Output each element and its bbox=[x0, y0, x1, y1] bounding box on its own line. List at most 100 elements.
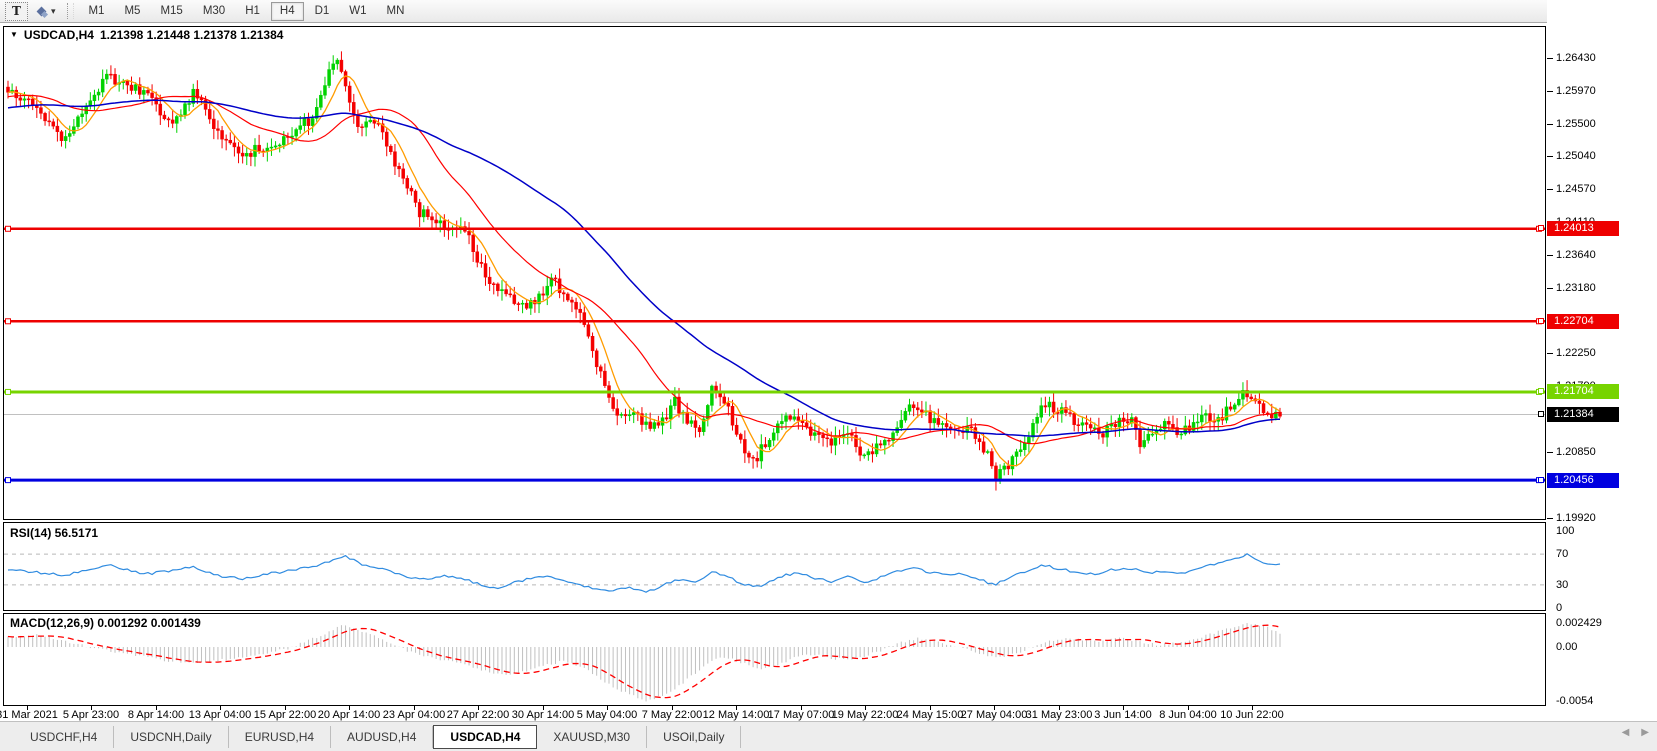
chart-tab-usdcnh-daily[interactable]: USDCNH,Daily bbox=[114, 726, 228, 748]
time-tick-label: 31 Mar 2021 bbox=[0, 709, 58, 721]
top-toolbar: T ▾ M1M5M15M30H1H4D1W1MN bbox=[0, 0, 1657, 23]
price-tick-label: 1.20850 bbox=[1556, 446, 1596, 459]
time-tick-label: 5 May 04:00 bbox=[577, 709, 638, 721]
hline-anchor[interactable] bbox=[6, 226, 11, 231]
chart-tab-bar: USDCHF,H4USDCNH,DailyEURUSD,H4AUDUSD,H4U… bbox=[0, 721, 1657, 751]
diamond-icon-small bbox=[41, 10, 48, 17]
time-tick-label: 7 May 22:00 bbox=[642, 709, 703, 721]
chart-tab-eurusd-h4[interactable]: EURUSD,H4 bbox=[229, 726, 331, 748]
price-tick bbox=[1547, 58, 1553, 59]
price-tick-label: 1.25040 bbox=[1556, 150, 1596, 163]
badge-anchor-icon bbox=[1538, 477, 1544, 483]
chart-tab-audusd-h4[interactable]: AUDUSD,H4 bbox=[331, 726, 433, 748]
timeframe-button-m5[interactable]: M5 bbox=[115, 2, 149, 21]
price-tick-label: 1.24570 bbox=[1556, 183, 1596, 196]
time-tick-label: 10 Jun 22:00 bbox=[1220, 709, 1284, 721]
price-tick bbox=[1547, 255, 1553, 256]
price-tick bbox=[1547, 288, 1553, 289]
time-tick-label: 24 May 15:00 bbox=[897, 709, 964, 721]
timeframe-button-m1[interactable]: M1 bbox=[79, 2, 113, 21]
chart-title: ▼ USDCAD,H4 1.21398 1.21448 1.21378 1.21… bbox=[10, 28, 283, 42]
badge-anchor-icon bbox=[1538, 225, 1544, 231]
tab-scroll-left-button[interactable]: ◀ bbox=[1622, 727, 1630, 738]
macd-pane-frame bbox=[4, 614, 1546, 706]
price-tick-label: 1.25970 bbox=[1556, 85, 1596, 98]
chart-tab-xauusd-m30[interactable]: XAUUSD,M30 bbox=[537, 726, 647, 748]
hline-anchor[interactable] bbox=[6, 478, 11, 483]
price-badge-current-price: 1.21384 bbox=[1547, 407, 1619, 422]
time-tick-label: 27 Apr 22:00 bbox=[447, 709, 509, 721]
rsi-axis-label: 100 bbox=[1556, 525, 1574, 538]
price-tick bbox=[1547, 518, 1553, 519]
time-tick-label: 3 Jun 14:00 bbox=[1094, 709, 1152, 721]
time-tick-label: 23 Apr 04:00 bbox=[383, 709, 445, 721]
rsi-axis-label: 70 bbox=[1556, 548, 1568, 561]
price-tick bbox=[1547, 124, 1553, 125]
rsi-axis-label: 30 bbox=[1556, 579, 1568, 592]
mt4-terminal: T ▾ M1M5M15M30H1H4D1W1MN ▼ USDCAD,H4 1.2… bbox=[0, 0, 1657, 751]
price-badge-resistance-upper: 1.24013 bbox=[1547, 221, 1619, 236]
chevron-down-icon: ▾ bbox=[51, 6, 56, 17]
time-tick-label: 17 May 07:00 bbox=[768, 709, 835, 721]
timeframe-button-mn[interactable]: MN bbox=[378, 2, 414, 21]
price-tick bbox=[1547, 156, 1553, 157]
timeframe-button-h4[interactable]: H4 bbox=[271, 2, 304, 21]
toolbar-grip[interactable] bbox=[67, 3, 74, 19]
time-tick-label: 13 Apr 04:00 bbox=[189, 709, 251, 721]
price-tick-label: 1.19920 bbox=[1556, 512, 1596, 525]
chart-ohlc-values: 1.21398 1.21448 1.21378 1.21384 bbox=[100, 28, 284, 42]
timeframe-button-w1[interactable]: W1 bbox=[340, 2, 375, 21]
timeframe-button-d1[interactable]: D1 bbox=[306, 2, 339, 21]
price-badge-support-blue: 1.20456 bbox=[1547, 473, 1619, 488]
price-tick-label: 1.26430 bbox=[1556, 52, 1596, 65]
main-chart-canvas[interactable] bbox=[3, 26, 1546, 520]
chart-tab-usoil-daily[interactable]: USOil,Daily bbox=[647, 726, 741, 748]
badge-anchor-icon bbox=[1538, 318, 1544, 324]
badge-anchor-icon bbox=[1538, 411, 1544, 417]
badge-anchor-icon bbox=[1538, 388, 1544, 394]
time-tick-label: 12 May 14:00 bbox=[703, 709, 770, 721]
tab-scroll-right-button[interactable]: ▶ bbox=[1641, 727, 1649, 738]
rsi-pane-frame bbox=[4, 523, 1546, 611]
macd-axis-label: 0.002429 bbox=[1556, 617, 1602, 630]
price-tick bbox=[1547, 353, 1553, 354]
text-tool-button[interactable]: T bbox=[5, 2, 28, 21]
price-badge-support-green: 1.21704 bbox=[1547, 384, 1619, 399]
time-tick-label: 5 Apr 23:00 bbox=[63, 709, 119, 721]
objects-style-button[interactable]: ▾ bbox=[30, 2, 63, 21]
macd-indicator-canvas[interactable] bbox=[3, 613, 1546, 706]
price-tick bbox=[1547, 189, 1553, 190]
timeframe-button-m30[interactable]: M30 bbox=[194, 2, 234, 21]
chart-symbol-period: USDCAD,H4 bbox=[24, 28, 94, 42]
time-tick-label: 19 May 22:00 bbox=[832, 709, 899, 721]
time-tick-label: 8 Apr 14:00 bbox=[128, 709, 184, 721]
time-axis[interactable]: 31 Mar 2021 5 Apr 23:00 8 Apr 14:00 13 Apr … bbox=[3, 706, 1546, 721]
time-tick-label: 8 Jun 04:00 bbox=[1159, 709, 1217, 721]
price-tick-label: 1.23180 bbox=[1556, 282, 1596, 295]
chart-tab-usdchf-h4[interactable]: USDCHF,H4 bbox=[14, 726, 114, 748]
hline-anchor[interactable] bbox=[6, 319, 11, 324]
macd-axis-label: -0.0054 bbox=[1556, 695, 1593, 708]
rsi-axis-label: 0 bbox=[1556, 602, 1562, 615]
price-badge-resistance-lower: 1.22704 bbox=[1547, 314, 1619, 329]
time-tick-label: 31 May 23:00 bbox=[1026, 709, 1093, 721]
main-pane-frame bbox=[4, 27, 1546, 520]
chart-tab-usdcad-h4[interactable]: USDCAD,H4 bbox=[433, 725, 537, 749]
timeframe-toolbar: M1M5M15M30H1H4D1W1MN bbox=[78, 2, 414, 21]
price-tick bbox=[1547, 452, 1553, 453]
rsi-indicator-canvas[interactable] bbox=[3, 522, 1546, 611]
hline-anchor[interactable] bbox=[6, 389, 11, 394]
chart-dropdown-icon[interactable]: ▼ bbox=[10, 30, 18, 39]
price-tick bbox=[1547, 91, 1553, 92]
price-tick-label: 1.23640 bbox=[1556, 249, 1596, 262]
time-tick-label: 20 Apr 14:00 bbox=[318, 709, 380, 721]
time-tick-label: 15 Apr 22:00 bbox=[254, 709, 316, 721]
price-tick-label: 1.25500 bbox=[1556, 118, 1596, 131]
timeframe-button-m15[interactable]: M15 bbox=[151, 2, 191, 21]
timeframe-button-h1[interactable]: H1 bbox=[236, 2, 269, 21]
tab-scroll-buttons: ◀ ▶ bbox=[1622, 727, 1649, 738]
price-tick-label: 1.22250 bbox=[1556, 347, 1596, 360]
macd-axis-label: 0.00 bbox=[1556, 641, 1577, 654]
time-tick-label: 30 Apr 14:00 bbox=[512, 709, 574, 721]
price-axis[interactable]: 1.264301.259701.255001.250401.245701.241… bbox=[1547, 0, 1657, 751]
